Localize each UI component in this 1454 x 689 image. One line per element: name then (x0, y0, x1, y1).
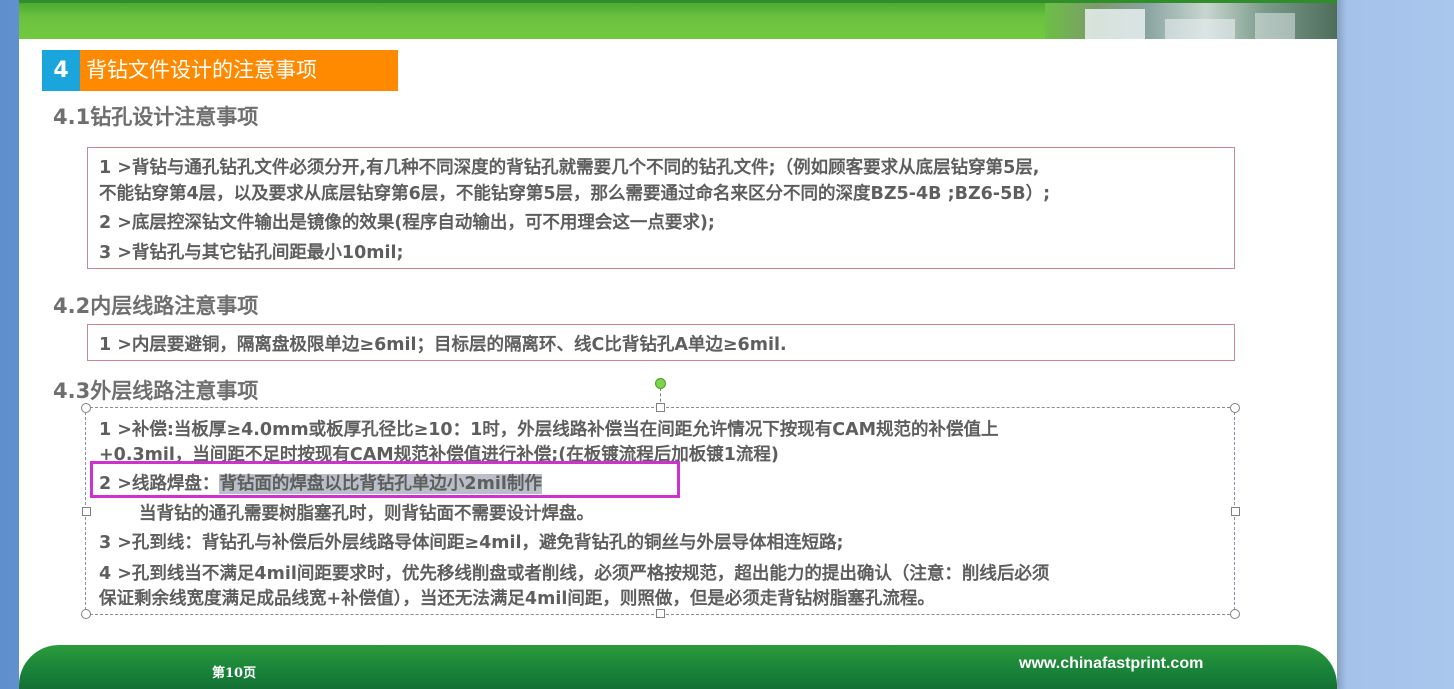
note-line: 3 >孔到线：背钻孔与补偿后外层线路导体间距≥4mil，避免背钻孔的铜丝与外层导… (99, 533, 844, 553)
slide-canvas[interactable]: 4 背钻文件设计的注意事项 4.1钻孔设计注意事项 1 >背钻与通孔钻孔文件必须… (19, 0, 1337, 689)
building-shape (1165, 19, 1235, 39)
note-line: 1 >补偿:当板厚≥4.0mm或板厚孔径比≥10：1时，外层线路补偿当在间距允许… (99, 420, 999, 440)
window-edge-shadow (1337, 0, 1347, 689)
section-number: 4 (42, 50, 80, 91)
resize-handle-bottom[interactable] (656, 609, 665, 618)
focus-highlight-box (90, 461, 680, 498)
subsection-heading-4-2[interactable]: 4.2内层线路注意事项 (53, 290, 258, 320)
subsection-heading-4-3[interactable]: 4.3外层线路注意事项 (53, 375, 258, 405)
resize-handle-right[interactable] (1231, 507, 1240, 516)
section-title-text: 背钻文件设计的注意事项 (80, 50, 398, 91)
note-line: 不能钻穿第4层，以及要求从底层钻穿第6层，不能钻穿第5层，那么需要通过命名来区分… (99, 184, 1051, 204)
website-url: www.chinafastprint.com (1019, 655, 1204, 672)
note-line: 保证剩余线宽度满足成品线宽+补偿值），当还无法满足4mil间距，则照做，但是必须… (99, 589, 935, 609)
building-shape (1255, 13, 1295, 39)
note-line: 当背钻的通孔需要树脂塞孔时，则背钻面不需要设计焊盘。 (139, 504, 594, 524)
section-title[interactable]: 4 背钻文件设计的注意事项 (42, 50, 398, 91)
header-banner (19, 0, 1337, 39)
resize-handle-top-left[interactable] (81, 403, 91, 413)
subsection-heading-4-1[interactable]: 4.1钻孔设计注意事项 (53, 101, 258, 131)
note-line: 3 >背钻孔与其它钻孔间距最小10mil; (99, 243, 404, 263)
resize-handle-bottom-right[interactable] (1230, 609, 1240, 619)
header-building-photo (1045, 3, 1337, 39)
resize-handle-left[interactable] (82, 507, 91, 516)
note-line: 2 >底层控深钻文件输出是镜像的效果(程序自动输出，可不用理会这一点要求); (99, 213, 715, 233)
rotate-handle[interactable] (655, 378, 666, 389)
resize-handle-top-right[interactable] (1230, 403, 1240, 413)
page-number: 第10页 (212, 666, 257, 681)
resize-handle-bottom-left[interactable] (81, 609, 91, 619)
note-line: 1 >内层要避铜，隔离盘极限单边≥6mil；目标层的隔离环、线C比背钻孔A单边≥… (99, 335, 787, 355)
resize-handle-top[interactable] (656, 403, 665, 412)
note-line: 4 >孔到线当不满足4mil间距要求时，优先移线削盘或者削线，必须严格按规范，超… (99, 564, 1050, 584)
building-shape (1085, 9, 1145, 39)
note-line: 1 >背钻与通孔钻孔文件必须分开,有几种不同深度的背钻孔就需要几个不同的钻孔文件… (99, 158, 1040, 178)
